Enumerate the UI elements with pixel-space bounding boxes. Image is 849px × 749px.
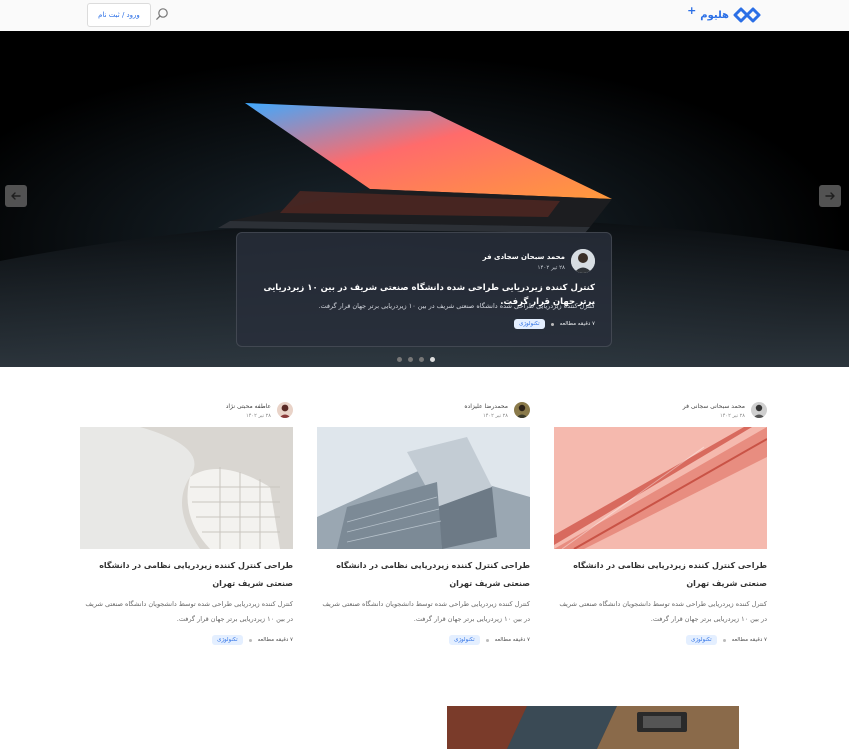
avatar	[751, 402, 767, 418]
category-tag[interactable]: تکنولوژی	[449, 635, 480, 645]
site-logo[interactable]: هلیوم +	[687, 3, 763, 25]
post-author[interactable]: محمدرضا علیزاده	[464, 403, 508, 410]
post-meta: ۷ دقیقه مطالعه تکنولوژی	[514, 319, 595, 329]
slide-dot-active[interactable]	[430, 357, 435, 362]
post-meta: ۷ دقیقه مطالعه تکنولوژی	[449, 635, 530, 645]
category-tag[interactable]: تکنولوژی	[212, 635, 243, 645]
post-meta: ۷ دقیقه مطالعه تکنولوژی	[212, 635, 293, 645]
read-time: ۷ دقیقه مطالعه	[731, 637, 767, 643]
logo-plus: +	[687, 3, 697, 17]
arrow-left-icon	[11, 192, 21, 200]
hero-post-card[interactable]: محمد سبحان سجادی فر ۲۸ تیر ۱۴۰۲ کنترل کن…	[236, 232, 612, 347]
avatar	[514, 402, 530, 418]
post-card[interactable]: عاطفه محبتی نژاد ۲۸ تیر ۱۴۰۲ طراحی کنترل…	[80, 400, 293, 645]
category-tag[interactable]: تکنولوژی	[686, 635, 717, 645]
site-header: هلیوم + ورود / ثبت نام	[0, 0, 849, 32]
avatar	[571, 249, 595, 273]
post-excerpt: کنترل کننده زیردریایی طراحی شده توسط دان…	[322, 600, 530, 623]
post-excerpt: کنترل کننده زیردریایی طراحی شده توسط دان…	[85, 600, 293, 623]
logo-text: هلیوم	[700, 9, 729, 21]
post-date: ۲۸ تیر ۱۴۰۲	[483, 413, 508, 419]
post-date: ۲۸ تیر ۱۴۰۲	[537, 265, 565, 271]
post-card[interactable]: محمد سبحانی سجانی فر ۲۸ تیر ۱۴۰۲ طراحی ک…	[554, 400, 767, 645]
avatar	[277, 402, 293, 418]
slide-dot[interactable]	[419, 357, 424, 362]
post-title[interactable]: طراحی کنترل کننده زیردریایی نظامی در دان…	[80, 557, 293, 593]
post-excerpt: کنترل کننده زیردریایی طراحی شده دانشگاه …	[318, 302, 595, 310]
post-image[interactable]	[554, 427, 767, 549]
post-image[interactable]	[317, 427, 530, 549]
separator-dot	[550, 322, 554, 326]
post-author-row: محمد سبحانی سجانی فر ۲۸ تیر ۱۴۰۲	[554, 400, 767, 420]
separator-dot	[485, 638, 489, 642]
post-date: ۲۸ تیر ۱۴۰۲	[720, 413, 745, 419]
slider-next-button[interactable]	[819, 185, 841, 207]
post-meta: ۷ دقیقه مطالعه تکنولوژی	[686, 635, 767, 645]
slide-dot[interactable]	[397, 357, 402, 362]
login-register-button[interactable]: ورود / ثبت نام	[87, 3, 151, 27]
category-tag[interactable]: تکنولوژی	[514, 319, 545, 329]
featured-post-image[interactable]	[447, 706, 739, 749]
post-image[interactable]	[80, 427, 293, 549]
post-author[interactable]: محمد سبحان سجادی فر	[483, 253, 565, 261]
separator-dot	[722, 638, 726, 642]
post-author-row: محمدرضا علیزاده ۲۸ تیر ۱۴۰۲	[317, 400, 530, 420]
post-excerpt: کنترل کننده زیردریایی طراحی شده توسط دان…	[559, 600, 767, 623]
slider-pagination	[397, 357, 435, 362]
post-card[interactable]: محمدرضا علیزاده ۲۸ تیر ۱۴۰۲ طراحی کنترل …	[317, 400, 530, 645]
search-icon[interactable]	[155, 7, 169, 21]
read-time: ۷ دقیقه مطالعه	[257, 637, 293, 643]
post-title[interactable]: طراحی کنترل کننده زیردریایی نظامی در دان…	[317, 557, 530, 593]
hero-slider: محمد سبحان سجادی فر ۲۸ تیر ۱۴۰۲ کنترل کن…	[0, 31, 849, 367]
slide-dot[interactable]	[408, 357, 413, 362]
read-time: ۷ دقیقه مطالعه	[494, 637, 530, 643]
post-author[interactable]: عاطفه محبتی نژاد	[226, 403, 271, 410]
read-time: ۷ دقیقه مطالعه	[559, 321, 595, 327]
logo-icon	[733, 7, 761, 23]
post-author-row: عاطفه محبتی نژاد ۲۸ تیر ۱۴۰۲	[80, 400, 293, 420]
slider-prev-button[interactable]	[5, 185, 27, 207]
post-title[interactable]: طراحی کنترل کننده زیردریایی نظامی در دان…	[554, 557, 767, 593]
arrow-right-icon	[825, 192, 835, 200]
separator-dot	[248, 638, 252, 642]
post-date: ۲۸ تیر ۱۴۰۲	[246, 413, 271, 419]
post-author[interactable]: محمد سبحانی سجانی فر	[683, 403, 745, 410]
